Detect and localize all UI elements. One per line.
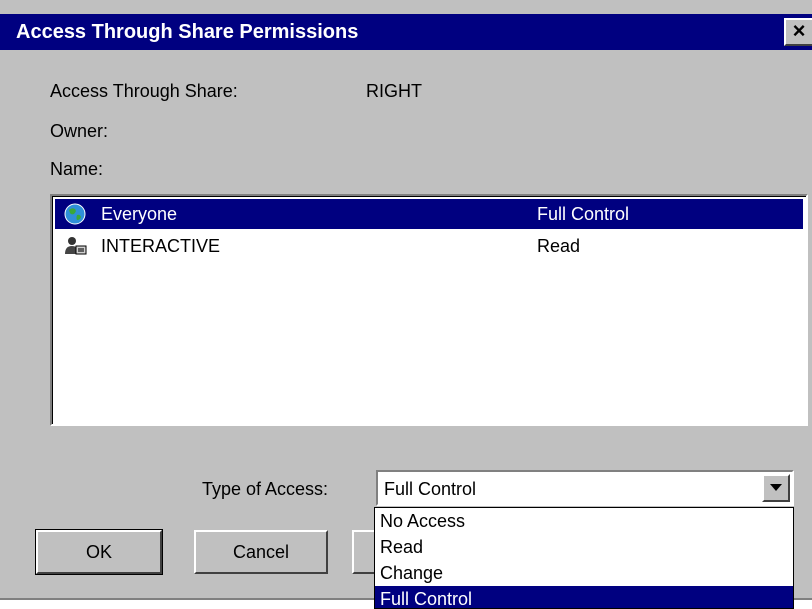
owner-label: Owner: — [50, 121, 109, 141]
option-full-control[interactable]: Full Control — [375, 586, 793, 608]
option-read[interactable]: Read — [375, 534, 793, 560]
list-item-everyone[interactable]: Everyone Full Control — [55, 199, 803, 229]
user-name: Everyone — [101, 204, 178, 224]
type-of-access-select[interactable]: Full Control — [376, 470, 794, 506]
close-icon: × — [792, 18, 806, 43]
ok-button[interactable]: OK — [35, 529, 163, 575]
user-name: INTERACTIVE — [101, 236, 221, 256]
share-label: Access Through Share: — [50, 81, 238, 101]
access-level: Full Control — [537, 204, 630, 224]
option-change[interactable]: Change — [375, 560, 793, 586]
title-bar: Access Through Share Permissions × — [0, 14, 812, 50]
access-options-list[interactable]: No Access Read Change Full Control — [374, 507, 794, 609]
interactive-user-icon — [63, 234, 87, 258]
window-title: Access Through Share Permissions — [16, 21, 359, 43]
type-of-access-value: Full Control — [384, 479, 477, 499]
list-item-interactive[interactable]: INTERACTIVE Read — [55, 231, 803, 261]
close-button[interactable]: × — [784, 18, 812, 46]
option-no-access[interactable]: No Access — [375, 508, 793, 534]
name-label: Name: — [50, 159, 104, 179]
cancel-button[interactable]: Cancel — [194, 530, 328, 574]
globe-icon — [63, 202, 87, 226]
access-level: Read — [537, 236, 581, 256]
dropdown-arrow-button[interactable] — [762, 474, 790, 502]
share-value: RIGHT — [366, 81, 422, 101]
permissions-list[interactable]: Everyone Full Control INTERACTIVE Read — [50, 194, 808, 426]
type-of-access-label: Type of Access: — [202, 479, 329, 499]
chevron-down-icon — [770, 484, 782, 491]
